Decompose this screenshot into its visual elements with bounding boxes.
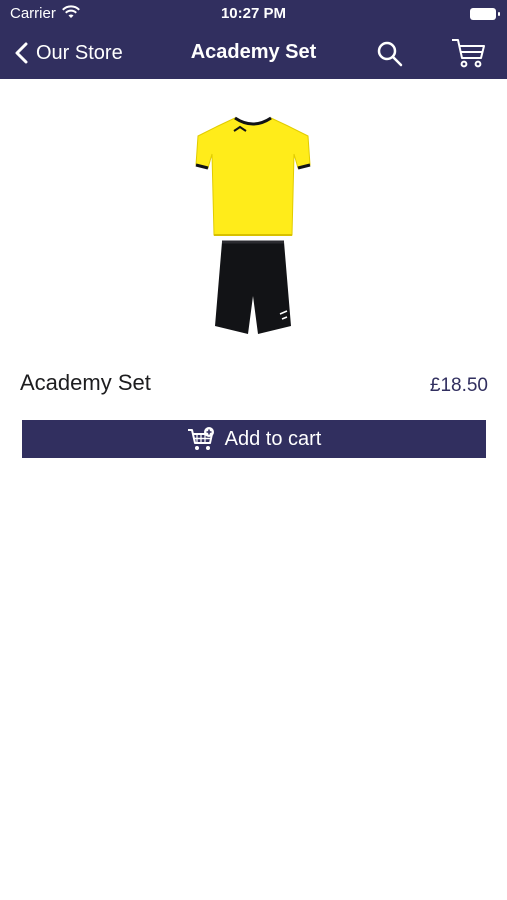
search-icon[interactable]: [376, 40, 404, 68]
product-price: £18.50: [429, 375, 488, 396]
top-bar: Carrier 10:27 PM Our Store Academy Set: [0, 0, 507, 79]
page-title: Academy Set: [190, 41, 317, 63]
product-image: [195, 116, 311, 334]
add-to-cart-button[interactable]: Add to cart: [22, 420, 486, 458]
add-to-cart-label: Add to cart: [224, 427, 322, 450]
status-time: 10:27 PM: [220, 5, 287, 22]
battery-icon: [470, 8, 500, 20]
cart-icon[interactable]: [450, 37, 486, 69]
navigation-bar: Our Store Academy Set: [0, 28, 507, 79]
status-bar: Carrier 10:27 PM: [0, 0, 507, 28]
product-name: Academy Set: [20, 370, 151, 395]
add-cart-icon: [187, 427, 214, 450]
